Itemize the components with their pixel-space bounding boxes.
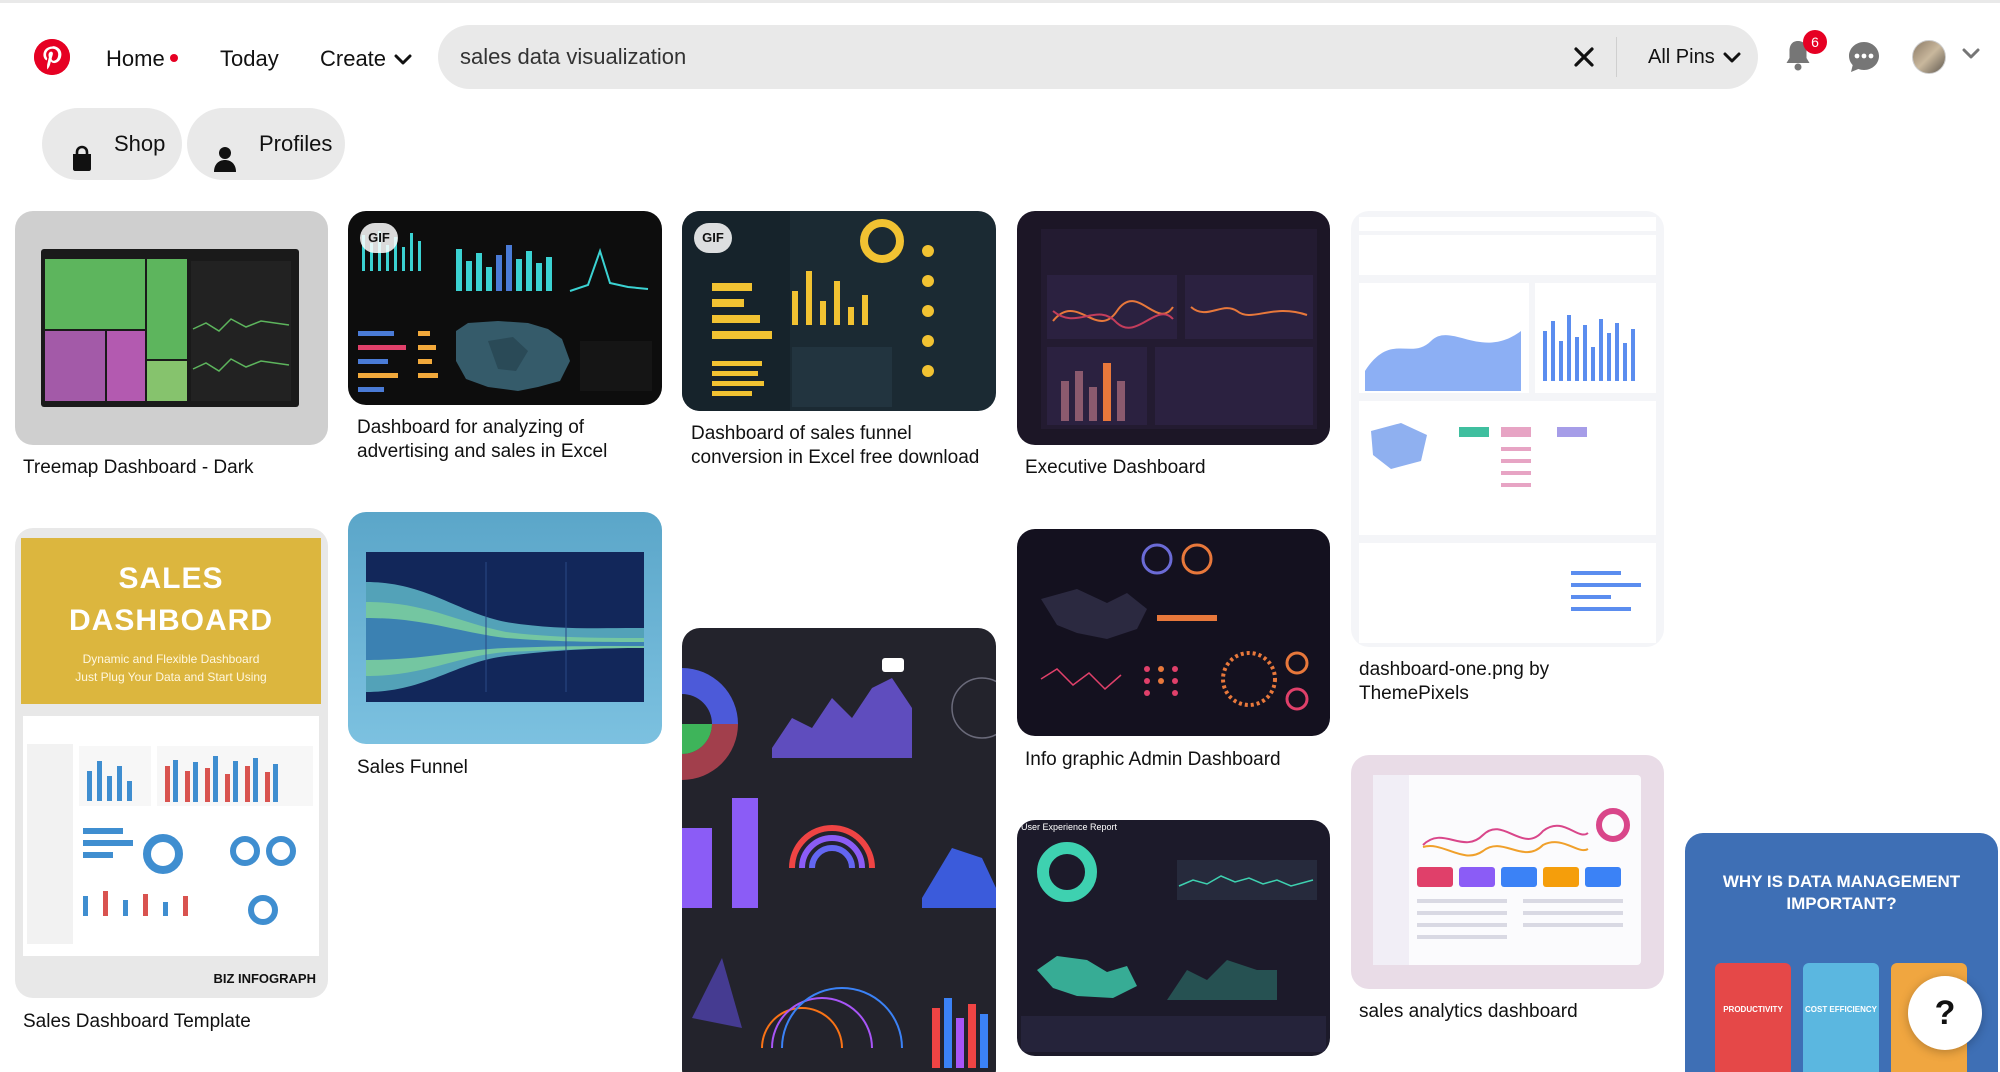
filter-shop-button[interactable]: Shop <box>42 108 182 180</box>
pin-title[interactable]: Sales Funnel <box>357 756 657 780</box>
top-navigation-bar: Home Today Create sales data visualizati… <box>0 3 2000 107</box>
pin-image-user-experience-report[interactable]: User Experience Report <box>1017 820 1330 1056</box>
shopping-bag-icon <box>68 130 96 171</box>
help-button[interactable]: ? <box>1908 976 1982 1050</box>
pin-image-sales-funnel-conversion[interactable]: GIF <box>682 211 996 411</box>
nav-create[interactable]: Create <box>320 39 412 79</box>
pin-image-dashboard-one[interactable] <box>1351 211 1664 647</box>
pin-thumbnail <box>682 658 996 1068</box>
pin-image-advertising-sales-dashboard[interactable]: GIF <box>348 211 662 405</box>
pin-banner-subtitle-line-2: Just Plug Your Data and Start Using <box>75 670 267 684</box>
nav-today[interactable]: Today <box>220 39 279 79</box>
pin-image-executive-dashboard[interactable] <box>1017 211 1330 445</box>
pin-card: COST EFFICIENCY <box>1803 963 1879 1072</box>
pin-title[interactable]: Info graphic Admin Dashboard <box>1025 748 1325 772</box>
account-menu-chevron-icon[interactable] <box>1962 47 1980 65</box>
chevron-down-icon <box>394 54 412 66</box>
pin-image-sales-dashboard-template[interactable]: SALES DASHBOARD Dynamic and Flexible Das… <box>15 528 328 998</box>
filter-shop-label: Shop <box>114 131 166 156</box>
filter-profiles-button[interactable]: Profiles <box>187 108 345 180</box>
nav-create-label: Create <box>320 46 387 71</box>
notifications-count-badge: 6 <box>1803 30 1827 54</box>
pin-image-infographic-admin-dashboard[interactable] <box>1017 529 1330 736</box>
pin-image-sales-funnel[interactable] <box>348 512 662 744</box>
pin-title[interactable]: sales analytics dashboard <box>1359 1000 1659 1024</box>
pin-title[interactable]: Executive Dashboard <box>1025 456 1325 480</box>
person-icon <box>211 130 239 172</box>
search-divider <box>1616 37 1617 77</box>
pin-thumbnail <box>1041 229 1317 429</box>
pin-thumbnail <box>23 716 319 956</box>
pin-banner-subtitle-line-1: Dynamic and Flexible Dashboard <box>82 652 260 666</box>
chevron-down-icon <box>1723 52 1741 64</box>
pin-image-brand: BIZ INFOGRAPH <box>213 971 316 986</box>
new-content-dot-icon <box>169 54 178 63</box>
pin-title[interactable]: Dashboard for analyzing of advertising a… <box>357 416 657 464</box>
pin-banner-heading: SALES DASHBOARD <box>69 562 273 637</box>
pin-title[interactable]: dashboard-one.png by ThemePixels <box>1359 658 1659 706</box>
messages-chat-icon[interactable] <box>1846 39 1882 75</box>
filter-profiles-label: Profiles <box>259 131 333 156</box>
nav-today-label: Today <box>220 46 279 71</box>
gif-badge: GIF <box>360 223 398 253</box>
pin-image-dark-charts[interactable] <box>682 628 996 1072</box>
pin-thumbnail <box>366 552 644 702</box>
pin-banner-subtitle: Dynamic and Flexible Dashboard Just Plug … <box>21 650 321 686</box>
pin-title[interactable]: Dashboard of sales funnel conversion in … <box>691 422 991 470</box>
pin-title[interactable]: Sales Dashboard Template <box>23 1010 323 1034</box>
pin-thumbnail <box>1359 217 1656 643</box>
pin-image-heading: User Experience Report <box>1021 822 1118 832</box>
pin-title[interactable]: Treemap Dashboard - Dark <box>23 456 323 480</box>
search-bar[interactable]: sales data visualization All Pins <box>438 25 1758 89</box>
nav-home[interactable]: Home <box>106 39 178 79</box>
pin-thumbnail <box>1040 543 1309 711</box>
pin-image-sales-analytics-dashboard[interactable] <box>1351 755 1664 989</box>
pin-card-label: COST EFFICIENCY <box>1804 1005 1877 1014</box>
pin-thumbnail <box>41 249 299 407</box>
gif-badge: GIF <box>694 223 732 253</box>
pin-thumbnail <box>1373 775 1641 965</box>
pinterest-logo-icon[interactable] <box>34 39 70 75</box>
pin-banner: SALES DASHBOARD Dynamic and Flexible Das… <box>21 538 321 704</box>
pin-image-heading: WHY IS DATA MANAGEMENT IMPORTANT? <box>1722 872 1961 913</box>
nav-home-label: Home <box>106 46 165 71</box>
search-scope-dropdown[interactable]: All Pins <box>1648 25 1741 89</box>
search-input[interactable]: sales data visualization <box>460 25 686 89</box>
pin-image-treemap-dashboard[interactable] <box>15 211 328 445</box>
clear-search-icon[interactable] <box>1572 45 1596 69</box>
search-scope-label: All Pins <box>1648 46 1715 68</box>
user-avatar[interactable] <box>1912 40 1946 74</box>
pin-thumbnail: User Experience Report <box>1021 822 1326 1052</box>
pin-card: PRODUCTIVITY <box>1715 963 1791 1072</box>
pin-card-label: PRODUCTIVITY <box>1723 1005 1783 1014</box>
